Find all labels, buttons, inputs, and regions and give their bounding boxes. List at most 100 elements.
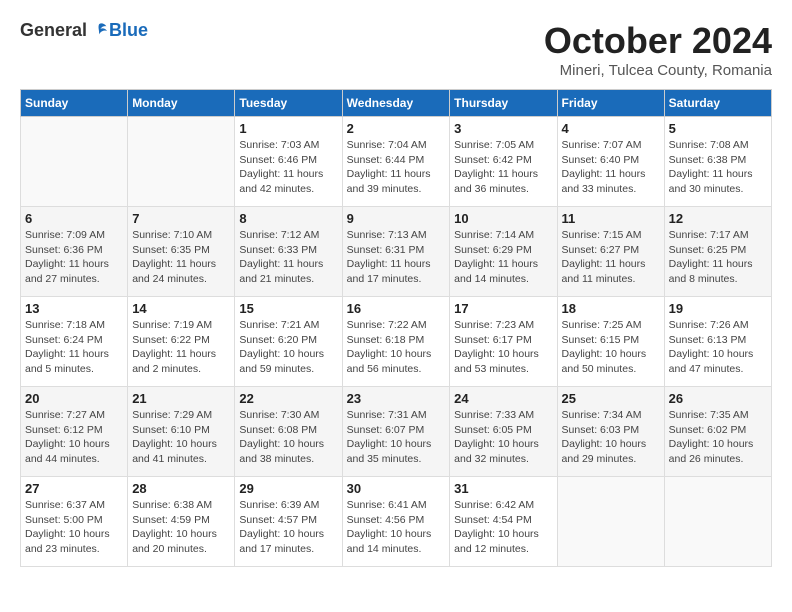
day-info: Sunrise: 7:19 AM Sunset: 6:22 PM Dayligh…	[132, 318, 230, 377]
day-info: Sunrise: 6:37 AM Sunset: 5:00 PM Dayligh…	[25, 498, 123, 557]
calendar-cell: 9 Sunrise: 7:13 AM Sunset: 6:31 PM Daylig…	[342, 207, 450, 297]
day-number: 8	[239, 211, 337, 226]
day-info: Sunrise: 7:35 AM Sunset: 6:02 PM Dayligh…	[669, 408, 767, 467]
day-of-week-header: Wednesday	[342, 90, 450, 117]
day-info: Sunrise: 7:29 AM Sunset: 6:10 PM Dayligh…	[132, 408, 230, 467]
calendar-cell: 16 Sunrise: 7:22 AM Sunset: 6:18 PM Dayli…	[342, 297, 450, 387]
calendar-cell: 12 Sunrise: 7:17 AM Sunset: 6:25 PM Dayli…	[664, 207, 771, 297]
calendar-week-row: 1Sunrise: 7:03 AM Sunset: 6:46 PM Daylig…	[21, 117, 772, 207]
day-number: 28	[132, 481, 230, 496]
day-info: Sunrise: 7:30 AM Sunset: 6:08 PM Dayligh…	[239, 408, 337, 467]
day-of-week-header: Sunday	[21, 90, 128, 117]
day-number: 7	[132, 211, 230, 226]
day-number: 18	[562, 301, 660, 316]
day-of-week-header: Saturday	[664, 90, 771, 117]
day-of-week-header: Tuesday	[235, 90, 342, 117]
day-info: Sunrise: 7:09 AM Sunset: 6:36 PM Dayligh…	[25, 228, 123, 287]
calendar-cell: 8 Sunrise: 7:12 AM Sunset: 6:33 PM Daylig…	[235, 207, 342, 297]
day-number: 23	[347, 391, 446, 406]
day-number: 16	[347, 301, 446, 316]
calendar-cell	[664, 477, 771, 567]
day-info: Sunrise: 7:10 AM Sunset: 6:35 PM Dayligh…	[132, 228, 230, 287]
calendar-table: SundayMondayTuesdayWednesdayThursdayFrid…	[20, 89, 772, 567]
day-info: Sunrise: 7:05 AM Sunset: 6:42 PM Dayligh…	[454, 138, 552, 197]
day-number: 10	[454, 211, 552, 226]
day-info: Sunrise: 7:33 AM Sunset: 6:05 PM Dayligh…	[454, 408, 552, 467]
day-number: 29	[239, 481, 337, 496]
calendar-cell	[21, 117, 128, 207]
day-number: 31	[454, 481, 552, 496]
day-info: Sunrise: 7:03 AM Sunset: 6:46 PM Dayligh…	[239, 138, 337, 197]
day-of-week-header: Thursday	[450, 90, 557, 117]
day-info: Sunrise: 7:25 AM Sunset: 6:15 PM Dayligh…	[562, 318, 660, 377]
day-info: Sunrise: 7:07 AM Sunset: 6:40 PM Dayligh…	[562, 138, 660, 197]
day-number: 2	[347, 121, 446, 136]
calendar-cell: 29 Sunrise: 6:39 AM Sunset: 4:57 PM Dayli…	[235, 477, 342, 567]
calendar-cell: 3 Sunrise: 7:05 AM Sunset: 6:42 PM Daylig…	[450, 117, 557, 207]
calendar-week-row: 20Sunrise: 7:27 AM Sunset: 6:12 PM Dayli…	[21, 387, 772, 477]
calendar-header: SundayMondayTuesdayWednesdayThursdayFrid…	[21, 90, 772, 117]
day-info: Sunrise: 7:12 AM Sunset: 6:33 PM Dayligh…	[239, 228, 337, 287]
day-info: Sunrise: 6:41 AM Sunset: 4:56 PM Dayligh…	[347, 498, 446, 557]
month-title: October 2024	[544, 20, 772, 62]
day-info: Sunrise: 7:26 AM Sunset: 6:13 PM Dayligh…	[669, 318, 767, 377]
day-number: 20	[25, 391, 123, 406]
days-of-week-row: SundayMondayTuesdayWednesdayThursdayFrid…	[21, 90, 772, 117]
day-info: Sunrise: 7:08 AM Sunset: 6:38 PM Dayligh…	[669, 138, 767, 197]
calendar-cell	[128, 117, 235, 207]
day-number: 24	[454, 391, 552, 406]
calendar-cell: 22 Sunrise: 7:30 AM Sunset: 6:08 PM Dayli…	[235, 387, 342, 477]
calendar-cell: 26 Sunrise: 7:35 AM Sunset: 6:02 PM Dayli…	[664, 387, 771, 477]
title-section: October 2024 Mineri, Tulcea County, Roma…	[544, 20, 772, 79]
calendar-cell: 24 Sunrise: 7:33 AM Sunset: 6:05 PM Dayli…	[450, 387, 557, 477]
calendar-cell: 15Sunrise: 7:21 AM Sunset: 6:20 PM Dayli…	[235, 297, 342, 387]
day-info: Sunrise: 7:23 AM Sunset: 6:17 PM Dayligh…	[454, 318, 552, 377]
calendar-cell: 14 Sunrise: 7:19 AM Sunset: 6:22 PM Dayli…	[128, 297, 235, 387]
day-info: Sunrise: 7:31 AM Sunset: 6:07 PM Dayligh…	[347, 408, 446, 467]
calendar-cell: 20Sunrise: 7:27 AM Sunset: 6:12 PM Dayli…	[21, 387, 128, 477]
day-info: Sunrise: 6:42 AM Sunset: 4:54 PM Dayligh…	[454, 498, 552, 557]
calendar-cell	[557, 477, 664, 567]
day-number: 25	[562, 391, 660, 406]
day-number: 14	[132, 301, 230, 316]
day-number: 6	[25, 211, 123, 226]
day-info: Sunrise: 7:14 AM Sunset: 6:29 PM Dayligh…	[454, 228, 552, 287]
calendar-cell: 27 Sunrise: 6:37 AM Sunset: 5:00 PM Dayli…	[21, 477, 128, 567]
calendar-cell: 5Sunrise: 7:08 AM Sunset: 6:38 PM Daylig…	[664, 117, 771, 207]
day-info: Sunrise: 6:39 AM Sunset: 4:57 PM Dayligh…	[239, 498, 337, 557]
day-number: 9	[347, 211, 446, 226]
page-header: General Blue October 2024 Mineri, Tulcea…	[20, 20, 772, 79]
calendar-cell: 18 Sunrise: 7:25 AM Sunset: 6:15 PM Dayli…	[557, 297, 664, 387]
calendar-cell: 7 Sunrise: 7:10 AM Sunset: 6:35 PM Daylig…	[128, 207, 235, 297]
day-info: Sunrise: 7:22 AM Sunset: 6:18 PM Dayligh…	[347, 318, 446, 377]
calendar-cell: 31 Sunrise: 6:42 AM Sunset: 4:54 PM Dayli…	[450, 477, 557, 567]
day-number: 3	[454, 121, 552, 136]
day-number: 26	[669, 391, 767, 406]
day-number: 13	[25, 301, 123, 316]
day-number: 4	[562, 121, 660, 136]
calendar-week-row: 6 Sunrise: 7:09 AM Sunset: 6:36 PM Daylig…	[21, 207, 772, 297]
calendar-cell: 10 Sunrise: 7:14 AM Sunset: 6:29 PM Dayli…	[450, 207, 557, 297]
logo-bird-icon	[89, 21, 109, 41]
day-number: 21	[132, 391, 230, 406]
day-info: Sunrise: 7:17 AM Sunset: 6:25 PM Dayligh…	[669, 228, 767, 287]
day-info: Sunrise: 7:34 AM Sunset: 6:03 PM Dayligh…	[562, 408, 660, 467]
calendar-body: 1Sunrise: 7:03 AM Sunset: 6:46 PM Daylig…	[21, 117, 772, 567]
calendar-cell: 1Sunrise: 7:03 AM Sunset: 6:46 PM Daylig…	[235, 117, 342, 207]
day-number: 12	[669, 211, 767, 226]
calendar-cell: 13Sunrise: 7:18 AM Sunset: 6:24 PM Dayli…	[21, 297, 128, 387]
logo-blue-text: Blue	[109, 20, 148, 41]
day-number: 11	[562, 211, 660, 226]
calendar-cell: 6 Sunrise: 7:09 AM Sunset: 6:36 PM Daylig…	[21, 207, 128, 297]
calendar-cell: 25 Sunrise: 7:34 AM Sunset: 6:03 PM Dayli…	[557, 387, 664, 477]
calendar-week-row: 27 Sunrise: 6:37 AM Sunset: 5:00 PM Dayli…	[21, 477, 772, 567]
day-number: 15	[239, 301, 337, 316]
day-number: 27	[25, 481, 123, 496]
logo-general-text: General	[20, 20, 87, 41]
day-info: Sunrise: 6:38 AM Sunset: 4:59 PM Dayligh…	[132, 498, 230, 557]
calendar-cell: 4 Sunrise: 7:07 AM Sunset: 6:40 PM Daylig…	[557, 117, 664, 207]
day-number: 22	[239, 391, 337, 406]
day-info: Sunrise: 7:13 AM Sunset: 6:31 PM Dayligh…	[347, 228, 446, 287]
day-of-week-header: Monday	[128, 90, 235, 117]
calendar-cell: 11Sunrise: 7:15 AM Sunset: 6:27 PM Dayli…	[557, 207, 664, 297]
